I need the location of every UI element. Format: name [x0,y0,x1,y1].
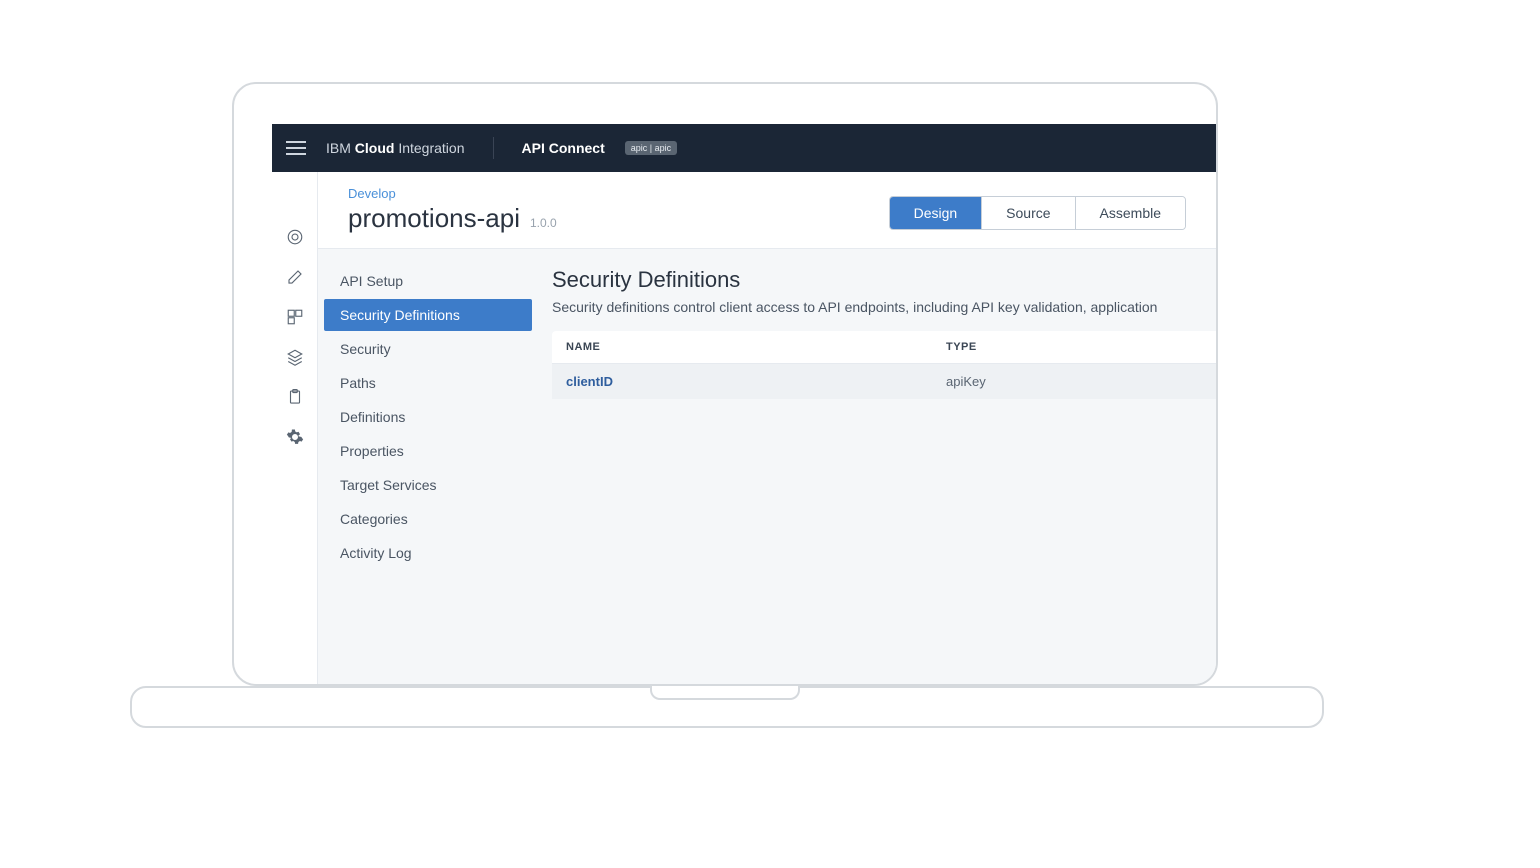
product-title: API Connect [522,140,605,156]
api-name: promotions-api [348,203,520,234]
sidenav-item-activity-log[interactable]: Activity Log [324,537,532,569]
brand-prefix: IBM [326,140,351,156]
sidenav-item-security[interactable]: Security [324,333,532,365]
env-badge: apic | apic [625,141,677,155]
brand-bold: Cloud [355,140,395,156]
dashboard-icon[interactable] [286,228,304,246]
main-area: Develop promotions-api 1.0.0 Design Sour… [318,172,1216,684]
app-body: Develop promotions-api 1.0.0 Design Sour… [272,172,1216,684]
sidenav-item-definitions[interactable]: Definitions [324,401,532,433]
cell-type: apiKey [946,374,1202,389]
api-version: 1.0.0 [530,216,557,230]
side-nav: API Setup Security Definitions Security … [318,249,538,684]
tab-source[interactable]: Source [981,197,1074,229]
clipboard-icon[interactable] [286,388,304,406]
edit-icon[interactable] [286,268,304,286]
app-window: IBM Cloud Integration API Connect apic |… [272,124,1216,684]
brand-label: IBM Cloud Integration [326,140,465,156]
layers-icon[interactable] [286,348,304,366]
title-block: Develop promotions-api 1.0.0 [348,186,557,234]
sidenav-item-api-setup[interactable]: API Setup [324,265,532,297]
menu-icon[interactable] [286,141,306,155]
sidenav-item-paths[interactable]: Paths [324,367,532,399]
tab-design[interactable]: Design [890,197,982,229]
view-tabs: Design Source Assemble [889,196,1186,230]
col-header-name: NAME [566,341,946,353]
sidenav-item-categories[interactable]: Categories [324,503,532,535]
definitions-table: NAME TYPE clientID apiKey [552,331,1216,399]
table-row[interactable]: clientID apiKey [552,364,1216,399]
page-header: Develop promotions-api 1.0.0 Design Sour… [318,172,1216,249]
sidenav-item-security-definitions[interactable]: Security Definitions [324,299,532,331]
left-rail [272,172,318,684]
panel-heading: Security Definitions [552,267,1216,293]
page-title: promotions-api 1.0.0 [348,203,557,234]
tab-assemble[interactable]: Assemble [1075,197,1185,229]
top-bar: IBM Cloud Integration API Connect apic |… [272,124,1216,172]
panel-description: Security definitions control client acce… [552,299,1216,315]
breadcrumb[interactable]: Develop [348,186,557,201]
col-header-type: TYPE [946,341,1202,353]
gear-icon[interactable] [286,428,304,446]
cell-name: clientID [566,374,946,389]
laptop-notch [650,686,800,700]
divider [493,137,494,159]
brand-suffix: Integration [398,140,464,156]
sidenav-item-properties[interactable]: Properties [324,435,532,467]
content-row: API Setup Security Definitions Security … [318,249,1216,684]
widgets-icon[interactable] [286,308,304,326]
detail-panel: Security Definitions Security definition… [538,249,1216,684]
table-header: NAME TYPE [552,331,1216,364]
sidenav-item-target-services[interactable]: Target Services [324,469,532,501]
laptop-frame: IBM Cloud Integration API Connect apic |… [232,82,1218,686]
